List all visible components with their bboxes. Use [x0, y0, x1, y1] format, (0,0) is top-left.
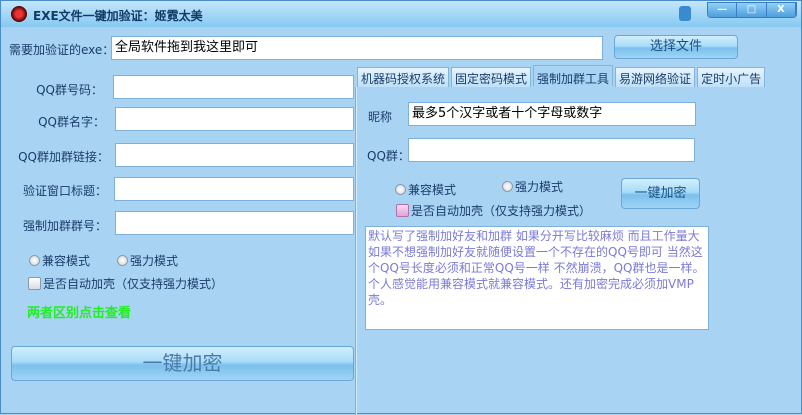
window-title-label: 验证窗口标题： — [22, 184, 107, 198]
right-auto-shell-checkbox[interactable]: 是否自动加壳（仅支持强力模式） — [396, 202, 591, 219]
left-auto-shell-checkbox[interactable]: 是否自动加壳（仅支持强力模式） — [28, 275, 223, 292]
notes-textarea[interactable]: 默认写了强制加好友和加群 如果分开写比较麻烦 而且工作量大 如果不想强制加好友就… — [365, 226, 709, 330]
right-qq-group-input[interactable] — [408, 138, 695, 162]
radio-label: 强力模式 — [130, 254, 179, 268]
tab-force-join-group[interactable]: 强制加群工具 — [533, 65, 614, 86]
left-encrypt-button[interactable]: 一键加密 — [11, 346, 354, 381]
right-qq-group-label: QQ群： — [367, 149, 410, 163]
radio-label: 兼容模式 — [408, 183, 457, 197]
maximize-button[interactable]: □ — [737, 3, 767, 17]
right-encrypt-button[interactable]: 一键加密 — [621, 178, 700, 209]
radio-icon — [395, 184, 406, 195]
right-radio-strong[interactable]: 强力模式 — [502, 178, 563, 195]
nickname-label: 昵称 — [368, 110, 393, 124]
force-join-group-input[interactable] — [115, 211, 354, 235]
checkbox-icon — [28, 277, 41, 290]
checkbox-icon — [396, 204, 409, 217]
qq-group-link-input[interactable] — [115, 143, 354, 167]
title-bar[interactable]: EXE文件一键加验证：姬霓太美 — □ X — [1, 1, 801, 27]
left-radio-strong[interactable]: 强力模式 — [117, 252, 178, 269]
tab-timed-ad[interactable]: 定时小广告 — [697, 67, 766, 87]
left-radio-compat[interactable]: 兼容模式 — [29, 252, 90, 269]
qq-group-number-label: QQ群号码： — [36, 83, 103, 97]
choose-file-button[interactable]: 选择文件 — [614, 35, 738, 59]
qq-group-number-input[interactable] — [113, 75, 354, 99]
tab-bar: 机器码授权系统 固定密码模式 强制加群工具 易游网络验证 定时小广告 — [357, 65, 767, 87]
radio-icon — [29, 255, 40, 266]
qq-group-name-label: QQ群名字： — [38, 115, 105, 129]
nickname-input[interactable]: 最多5个汉字或者十个字母或数字 — [408, 102, 696, 126]
app-window: EXE文件一键加验证：姬霓太美 — □ X 需要加验证的exe： 全局软件拖到我… — [0, 0, 802, 415]
exe-label: 需要加验证的exe： — [9, 43, 115, 57]
window-title-input[interactable] — [114, 177, 354, 201]
radio-icon — [502, 181, 513, 192]
right-radio-compat[interactable]: 兼容模式 — [395, 181, 456, 198]
window-title: EXE文件一键加验证：姬霓太美 — [33, 9, 203, 23]
qq-group-name-input[interactable] — [115, 107, 354, 131]
close-button[interactable]: X — [766, 3, 796, 17]
tab-yiyou-network[interactable]: 易游网络验证 — [615, 67, 696, 87]
difference-link[interactable]: 两者区别点击查看 — [27, 302, 131, 321]
tab-fixed-password[interactable]: 固定密码模式 — [451, 67, 532, 87]
app-logo-icon — [11, 6, 27, 22]
radio-icon — [117, 255, 128, 266]
checkbox-label: 是否自动加壳（仅支持强力模式） — [43, 277, 224, 291]
tab-machine-code[interactable]: 机器码授权系统 — [357, 67, 450, 87]
checkbox-label: 是否自动加壳（仅支持强力模式） — [411, 204, 592, 218]
radio-label: 强力模式 — [515, 180, 564, 194]
exe-input[interactable]: 全局软件拖到我这里即可 — [111, 36, 603, 60]
radio-label: 兼容模式 — [42, 254, 91, 268]
qq-group-link-label: QQ群加群链接： — [18, 150, 109, 164]
minimize-button[interactable]: — — [708, 3, 738, 17]
skin-icon[interactable] — [679, 6, 691, 21]
panel-divider — [355, 87, 357, 415]
force-join-group-label: 强制加群群号： — [22, 219, 107, 233]
